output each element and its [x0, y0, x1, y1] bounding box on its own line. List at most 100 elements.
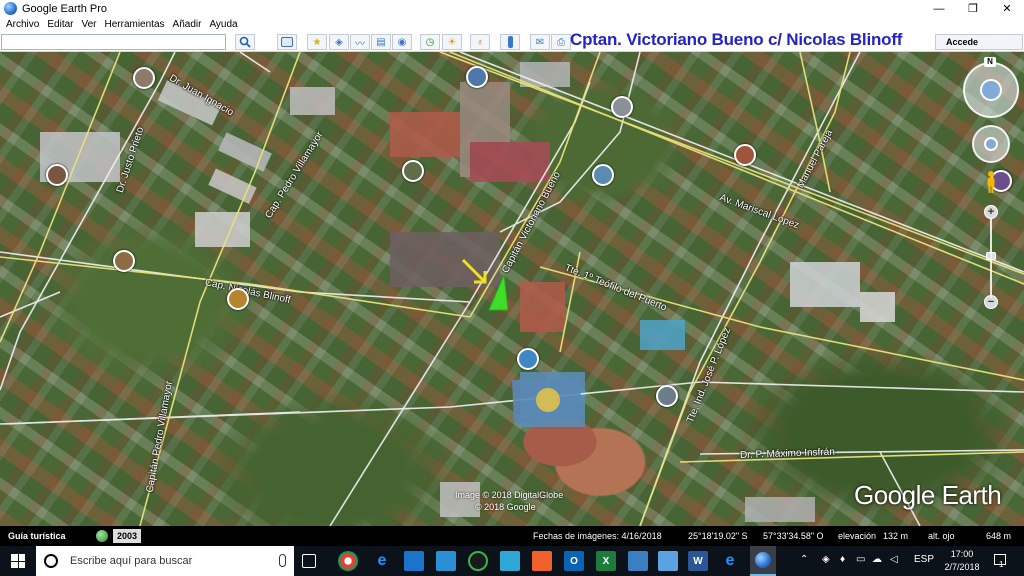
menu-ver[interactable]: Ver — [77, 19, 100, 30]
elevation-value: 132 m — [883, 531, 909, 541]
map-viewport[interactable]: Dr. Justo Prieto Cap. Pedro Villamayor C… — [0, 52, 1024, 526]
app-icon[interactable] — [658, 551, 678, 571]
sunlight-button[interactable]: ☀ — [442, 34, 462, 50]
windows-taskbar: Escribe aquí para buscar e O X W e ⌃ ◈ ♦… — [0, 546, 1024, 576]
window-title: Google Earth Pro — [22, 2, 107, 15]
wifi-icon[interactable]: ☁ — [872, 554, 882, 565]
close-button[interactable]: ✕ — [990, 0, 1024, 17]
cortana-icon — [44, 554, 58, 568]
google-earth-logo: Google Earth — [854, 480, 1002, 510]
photo-marker[interactable] — [227, 288, 249, 310]
zoom-out-button[interactable]: − — [984, 295, 998, 309]
eye-icon — [980, 79, 1002, 101]
placemark-icon: ★ — [312, 36, 322, 48]
clock-time: 17:00 — [950, 549, 974, 559]
title-bar: Google Earth Pro — ❐ ✕ — [0, 0, 1024, 17]
sidebar-toggle-button[interactable] — [277, 34, 297, 50]
menu-ayuda[interactable]: Ayuda — [205, 19, 241, 30]
eye-altitude-value: 648 m — [986, 531, 1012, 541]
record-tour-button[interactable]: ◉ — [392, 34, 412, 50]
tray-icon[interactable]: ♦ — [840, 554, 845, 565]
taskbar-search-box[interactable]: Escribe aquí para buscar — [36, 546, 294, 576]
compass-north-button[interactable]: N — [984, 57, 996, 67]
ruler-icon — [507, 36, 513, 48]
add-placemark-button[interactable]: ★ — [307, 34, 327, 50]
ruler-button[interactable] — [500, 34, 520, 50]
battery-icon[interactable]: ▭ — [856, 554, 865, 565]
clock-icon: ◷ — [425, 36, 435, 48]
tour-guide-label[interactable]: Guía turística — [8, 531, 66, 541]
photo-marker[interactable] — [113, 250, 135, 272]
window-controls: — ❐ ✕ — [922, 0, 1024, 17]
zoom-in-button[interactable]: + — [984, 205, 998, 219]
elevation-label: elevación — [838, 531, 877, 541]
taskbar-clock[interactable]: 17:00 2/7/2018 — [940, 548, 984, 574]
taskbar-search-placeholder: Escribe aquí para buscar — [70, 555, 193, 567]
photo-marker[interactable] — [611, 96, 633, 118]
volume-icon[interactable]: ◁ — [890, 554, 898, 565]
photo-marker[interactable] — [592, 164, 614, 186]
imagery-year-badge[interactable]: 2003 — [113, 529, 141, 543]
historical-imagery-button[interactable]: ◷ — [420, 34, 440, 50]
photo-marker[interactable] — [466, 66, 488, 88]
tray-icon[interactable]: ◈ — [822, 554, 830, 565]
place-title: Cptan. Victoriano Bueno c/ Nicolas Blino… — [570, 30, 903, 49]
maximize-button[interactable]: ❐ — [956, 0, 990, 17]
task-view-icon[interactable] — [302, 554, 316, 568]
file-explorer-icon[interactable] — [404, 551, 424, 571]
printer-icon: ⎙ — [557, 36, 565, 48]
internet-explorer-icon[interactable]: e — [720, 551, 740, 571]
menu-herramientas[interactable]: Herramientas — [101, 19, 169, 30]
path-icon: 〰 — [355, 38, 365, 50]
move-joystick[interactable] — [972, 125, 1010, 163]
people-icon[interactable]: ⌃ — [800, 554, 808, 565]
menu-archivo[interactable]: Archivo — [0, 19, 43, 30]
google-earth-taskbar-button[interactable] — [750, 546, 776, 576]
photos-icon[interactable] — [628, 551, 648, 571]
planets-button[interactable]: ♁ — [470, 34, 490, 50]
planet-icon: ♁ — [476, 36, 484, 48]
menu-editar[interactable]: Editar — [43, 19, 77, 30]
edge-icon[interactable]: e — [372, 551, 392, 571]
app-icon[interactable] — [468, 551, 488, 571]
print-button[interactable]: ⎙ — [551, 34, 571, 50]
add-overlay-button[interactable]: ▤ — [371, 34, 391, 50]
photo-marker[interactable] — [734, 144, 756, 166]
photo-marker[interactable] — [46, 164, 68, 186]
google-earth-icon — [755, 552, 771, 568]
search-icon — [239, 36, 251, 48]
menu-anadir[interactable]: Añadir — [169, 19, 206, 30]
app-icon[interactable] — [500, 551, 520, 571]
polygon-icon: ◈ — [335, 36, 343, 48]
overlay-icon: ▤ — [376, 36, 386, 48]
search-input[interactable] — [1, 34, 226, 50]
word-icon[interactable]: W — [688, 551, 708, 571]
status-bar: Guía turística 2003 Fechas de imágenes: … — [0, 526, 1024, 546]
photo-marker[interactable] — [517, 348, 539, 370]
zoom-slider-handle[interactable] — [986, 252, 996, 260]
look-joystick[interactable] — [963, 62, 1019, 118]
sign-in-button[interactable]: Accede — [935, 34, 1023, 50]
imagery-copyright: Image © 2018 DigitalGlobe © 2018 Google — [455, 490, 564, 512]
historical-imagery-icon[interactable] — [96, 530, 108, 542]
microphone-icon[interactable] — [279, 554, 286, 567]
street-view-pegman-icon[interactable] — [985, 170, 997, 194]
email-button[interactable]: ✉ — [530, 34, 550, 50]
chrome-icon[interactable] — [338, 551, 358, 571]
outlook-icon[interactable]: O — [564, 551, 584, 571]
excel-icon[interactable]: X — [596, 551, 616, 571]
photo-marker[interactable] — [402, 160, 424, 182]
mail-icon[interactable] — [532, 551, 552, 571]
imagery-date: Fechas de imágenes: 4/16/2018 — [533, 531, 662, 541]
language-indicator[interactable]: ESP — [914, 554, 934, 565]
latitude-readout: 25°18'19.02" S — [688, 531, 748, 541]
minimize-button[interactable]: — — [922, 0, 956, 17]
store-icon[interactable] — [436, 551, 456, 571]
add-path-button[interactable]: 〰 — [350, 34, 370, 50]
envelope-icon: ✉ — [535, 36, 545, 48]
photo-marker[interactable] — [133, 67, 155, 89]
add-polygon-button[interactable]: ◈ — [329, 34, 349, 50]
photo-marker[interactable] — [656, 385, 678, 407]
start-button[interactable] — [0, 546, 36, 576]
search-button[interactable] — [235, 34, 255, 50]
